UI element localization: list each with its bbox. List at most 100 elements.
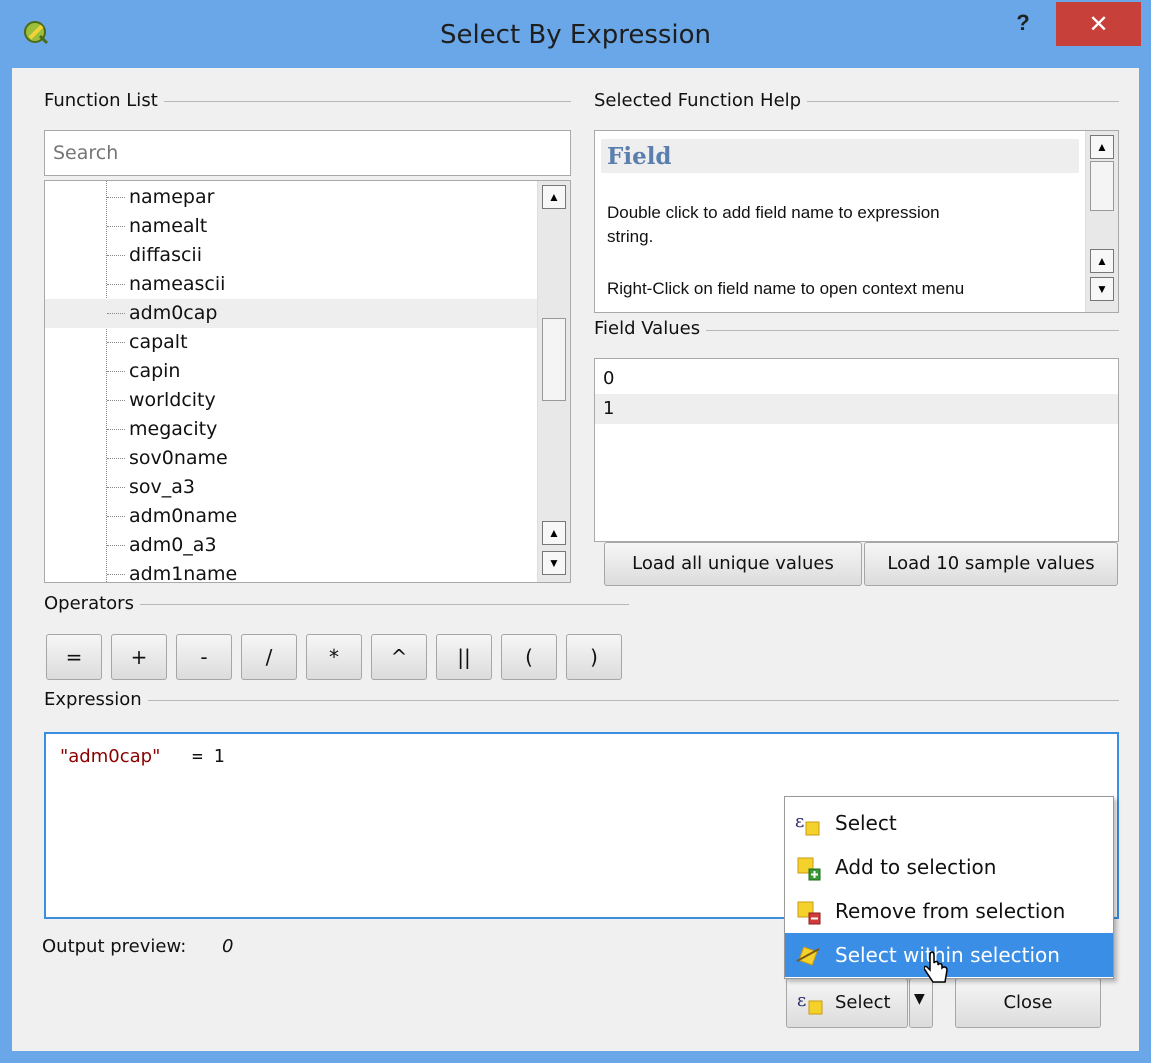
operator-divide-button[interactable]: / xyxy=(241,634,297,680)
help-label: Selected Function Help xyxy=(594,90,808,111)
dialog-body: Function List nameparnamealtdiffasciinam… xyxy=(12,68,1139,1051)
tree-item[interactable]: capin xyxy=(45,357,537,386)
tree-item-label: adm0cap xyxy=(129,302,218,324)
tree-item[interactable]: namealt xyxy=(45,212,537,241)
output-preview-label: Output preview: xyxy=(42,936,187,957)
search-input[interactable] xyxy=(44,130,571,176)
add-selection-icon xyxy=(797,857,821,881)
tree-item-label: adm1name xyxy=(129,563,238,583)
tree-item-label: nameascii xyxy=(129,273,226,295)
close-window-button[interactable]: ✕ xyxy=(1056,2,1141,46)
tree-item-label: sov0name xyxy=(129,447,228,469)
list-item[interactable]: 1 xyxy=(595,394,1118,424)
tree-branch-line xyxy=(107,574,125,575)
tree-item-label: adm0_a3 xyxy=(129,534,217,556)
help-text-line2: string. xyxy=(607,227,654,246)
scroll-up-button[interactable]: ▲ xyxy=(542,521,566,545)
operator-power-button[interactable]: ^ xyxy=(371,634,427,680)
scroll-down-button[interactable]: ▼ xyxy=(542,551,566,575)
tree-item[interactable]: adm1name xyxy=(45,560,537,583)
tree-item[interactable]: diffascii xyxy=(45,241,537,270)
menu-item-select[interactable]: ε Select xyxy=(785,801,1113,845)
operator-plus-button[interactable]: + xyxy=(111,634,167,680)
operator-close-paren-button[interactable]: ) xyxy=(566,634,622,680)
remove-selection-icon xyxy=(797,901,821,925)
tree-branch-line xyxy=(107,197,125,198)
tree-item[interactable]: sov0name xyxy=(45,444,537,473)
tree-branch-line xyxy=(107,458,125,459)
help-text-line3: Right-Click on field name to open contex… xyxy=(607,279,965,298)
output-preview-value: 0 xyxy=(222,936,234,957)
tree-item-label: diffascii xyxy=(129,244,202,266)
tree-item[interactable]: sov_a3 xyxy=(45,473,537,502)
tree-item[interactable]: adm0name xyxy=(45,502,537,531)
mouse-cursor-icon xyxy=(924,951,948,983)
expression-select-icon: ε xyxy=(797,990,823,1015)
tree-item[interactable]: worldcity xyxy=(45,386,537,415)
expression-operator-token: = 1 xyxy=(192,746,225,767)
help-text-line1: Double click to add field name to expres… xyxy=(607,203,940,222)
expression-label: Expression xyxy=(44,689,148,710)
tree-branch-line xyxy=(107,284,125,285)
help-button[interactable]: ? xyxy=(1005,8,1041,40)
svg-text:ε: ε xyxy=(795,811,804,832)
tree-branch-line xyxy=(107,429,125,430)
close-button[interactable]: Close xyxy=(955,978,1101,1028)
tree-item-label: namealt xyxy=(129,215,208,237)
scroll-down-button[interactable]: ▼ xyxy=(1090,277,1114,301)
operator-equals-button[interactable]: = xyxy=(46,634,102,680)
chevron-down-icon: ▼ xyxy=(914,991,925,1007)
title-bar[interactable]: Select By Expression ? ✕ xyxy=(0,0,1151,68)
menu-item-remove-from-selection[interactable]: Remove from selection xyxy=(785,889,1113,933)
tree-item[interactable]: capalt xyxy=(45,328,537,357)
function-tree[interactable]: namepar namealt diffascii nameascii adm0cap c… xyxy=(44,180,571,583)
load-all-values-button[interactable]: Load all unique values xyxy=(604,542,862,586)
tree-branch-line xyxy=(107,371,125,372)
select-button[interactable]: ε Select xyxy=(786,978,908,1028)
scroll-up-button[interactable]: ▲ xyxy=(1090,249,1114,273)
tree-branch-line xyxy=(107,342,125,343)
operator-multiply-button[interactable]: * xyxy=(306,634,362,680)
tree-item-label: adm0name xyxy=(129,505,238,527)
function-tree-scrollbar[interactable]: ▲ ▲ ▼ xyxy=(537,181,570,582)
field-values-list[interactable]: 0 1 xyxy=(594,358,1119,542)
tree-item-label: capin xyxy=(129,360,181,382)
load-sample-values-button[interactable]: Load 10 sample values xyxy=(864,542,1118,586)
tree-item[interactable]: adm0_a3 xyxy=(45,531,537,560)
scroll-thumb[interactable] xyxy=(542,318,566,401)
scroll-up-button[interactable]: ▲ xyxy=(1090,135,1114,159)
window-title: Select By Expression xyxy=(439,20,712,50)
operators-label: Operators xyxy=(44,593,140,614)
function-list-label: Function List xyxy=(44,90,164,111)
dialog-window: Select By Expression ? ✕ Function List n… xyxy=(0,0,1151,1063)
tree-item[interactable]: megacity xyxy=(45,415,537,444)
operator-minus-button[interactable]: - xyxy=(176,634,232,680)
expression-select-icon: ε xyxy=(795,811,820,836)
list-item[interactable]: 0 xyxy=(595,364,1118,394)
tree-branch-line xyxy=(107,487,125,488)
operator-open-paren-button[interactable]: ( xyxy=(501,634,557,680)
tree-item[interactable]: adm0cap xyxy=(45,299,537,328)
svg-text:ε: ε xyxy=(797,990,806,1011)
help-title: Field xyxy=(601,139,1079,173)
tree-branch-line xyxy=(107,545,125,546)
select-button-label: Select xyxy=(835,992,891,1013)
help-scrollbar[interactable]: ▲ ▲ ▼ xyxy=(1085,131,1118,312)
tree-branch-line xyxy=(107,313,125,314)
tree-branch-line xyxy=(107,400,125,401)
tree-branch-line xyxy=(107,226,125,227)
tree-item-label: namepar xyxy=(129,186,215,208)
scroll-thumb[interactable] xyxy=(1090,161,1114,211)
operator-concat-button[interactable]: || xyxy=(436,634,492,680)
expression-divider xyxy=(44,700,1119,701)
function-help-panel: Field Double click to add field name to … xyxy=(594,130,1119,313)
menu-item-add-to-selection[interactable]: Add to selection xyxy=(785,845,1113,889)
select-within-icon xyxy=(796,946,820,966)
tree-item-label: worldcity xyxy=(129,389,216,411)
expression-field-token: "adm0cap" xyxy=(60,746,161,767)
tree-branch-line xyxy=(107,255,125,256)
tree-item[interactable]: namepar xyxy=(45,183,537,212)
tree-item[interactable]: nameascii xyxy=(45,270,537,299)
field-values-label: Field Values xyxy=(594,318,707,339)
scroll-up-button[interactable]: ▲ xyxy=(542,185,566,209)
